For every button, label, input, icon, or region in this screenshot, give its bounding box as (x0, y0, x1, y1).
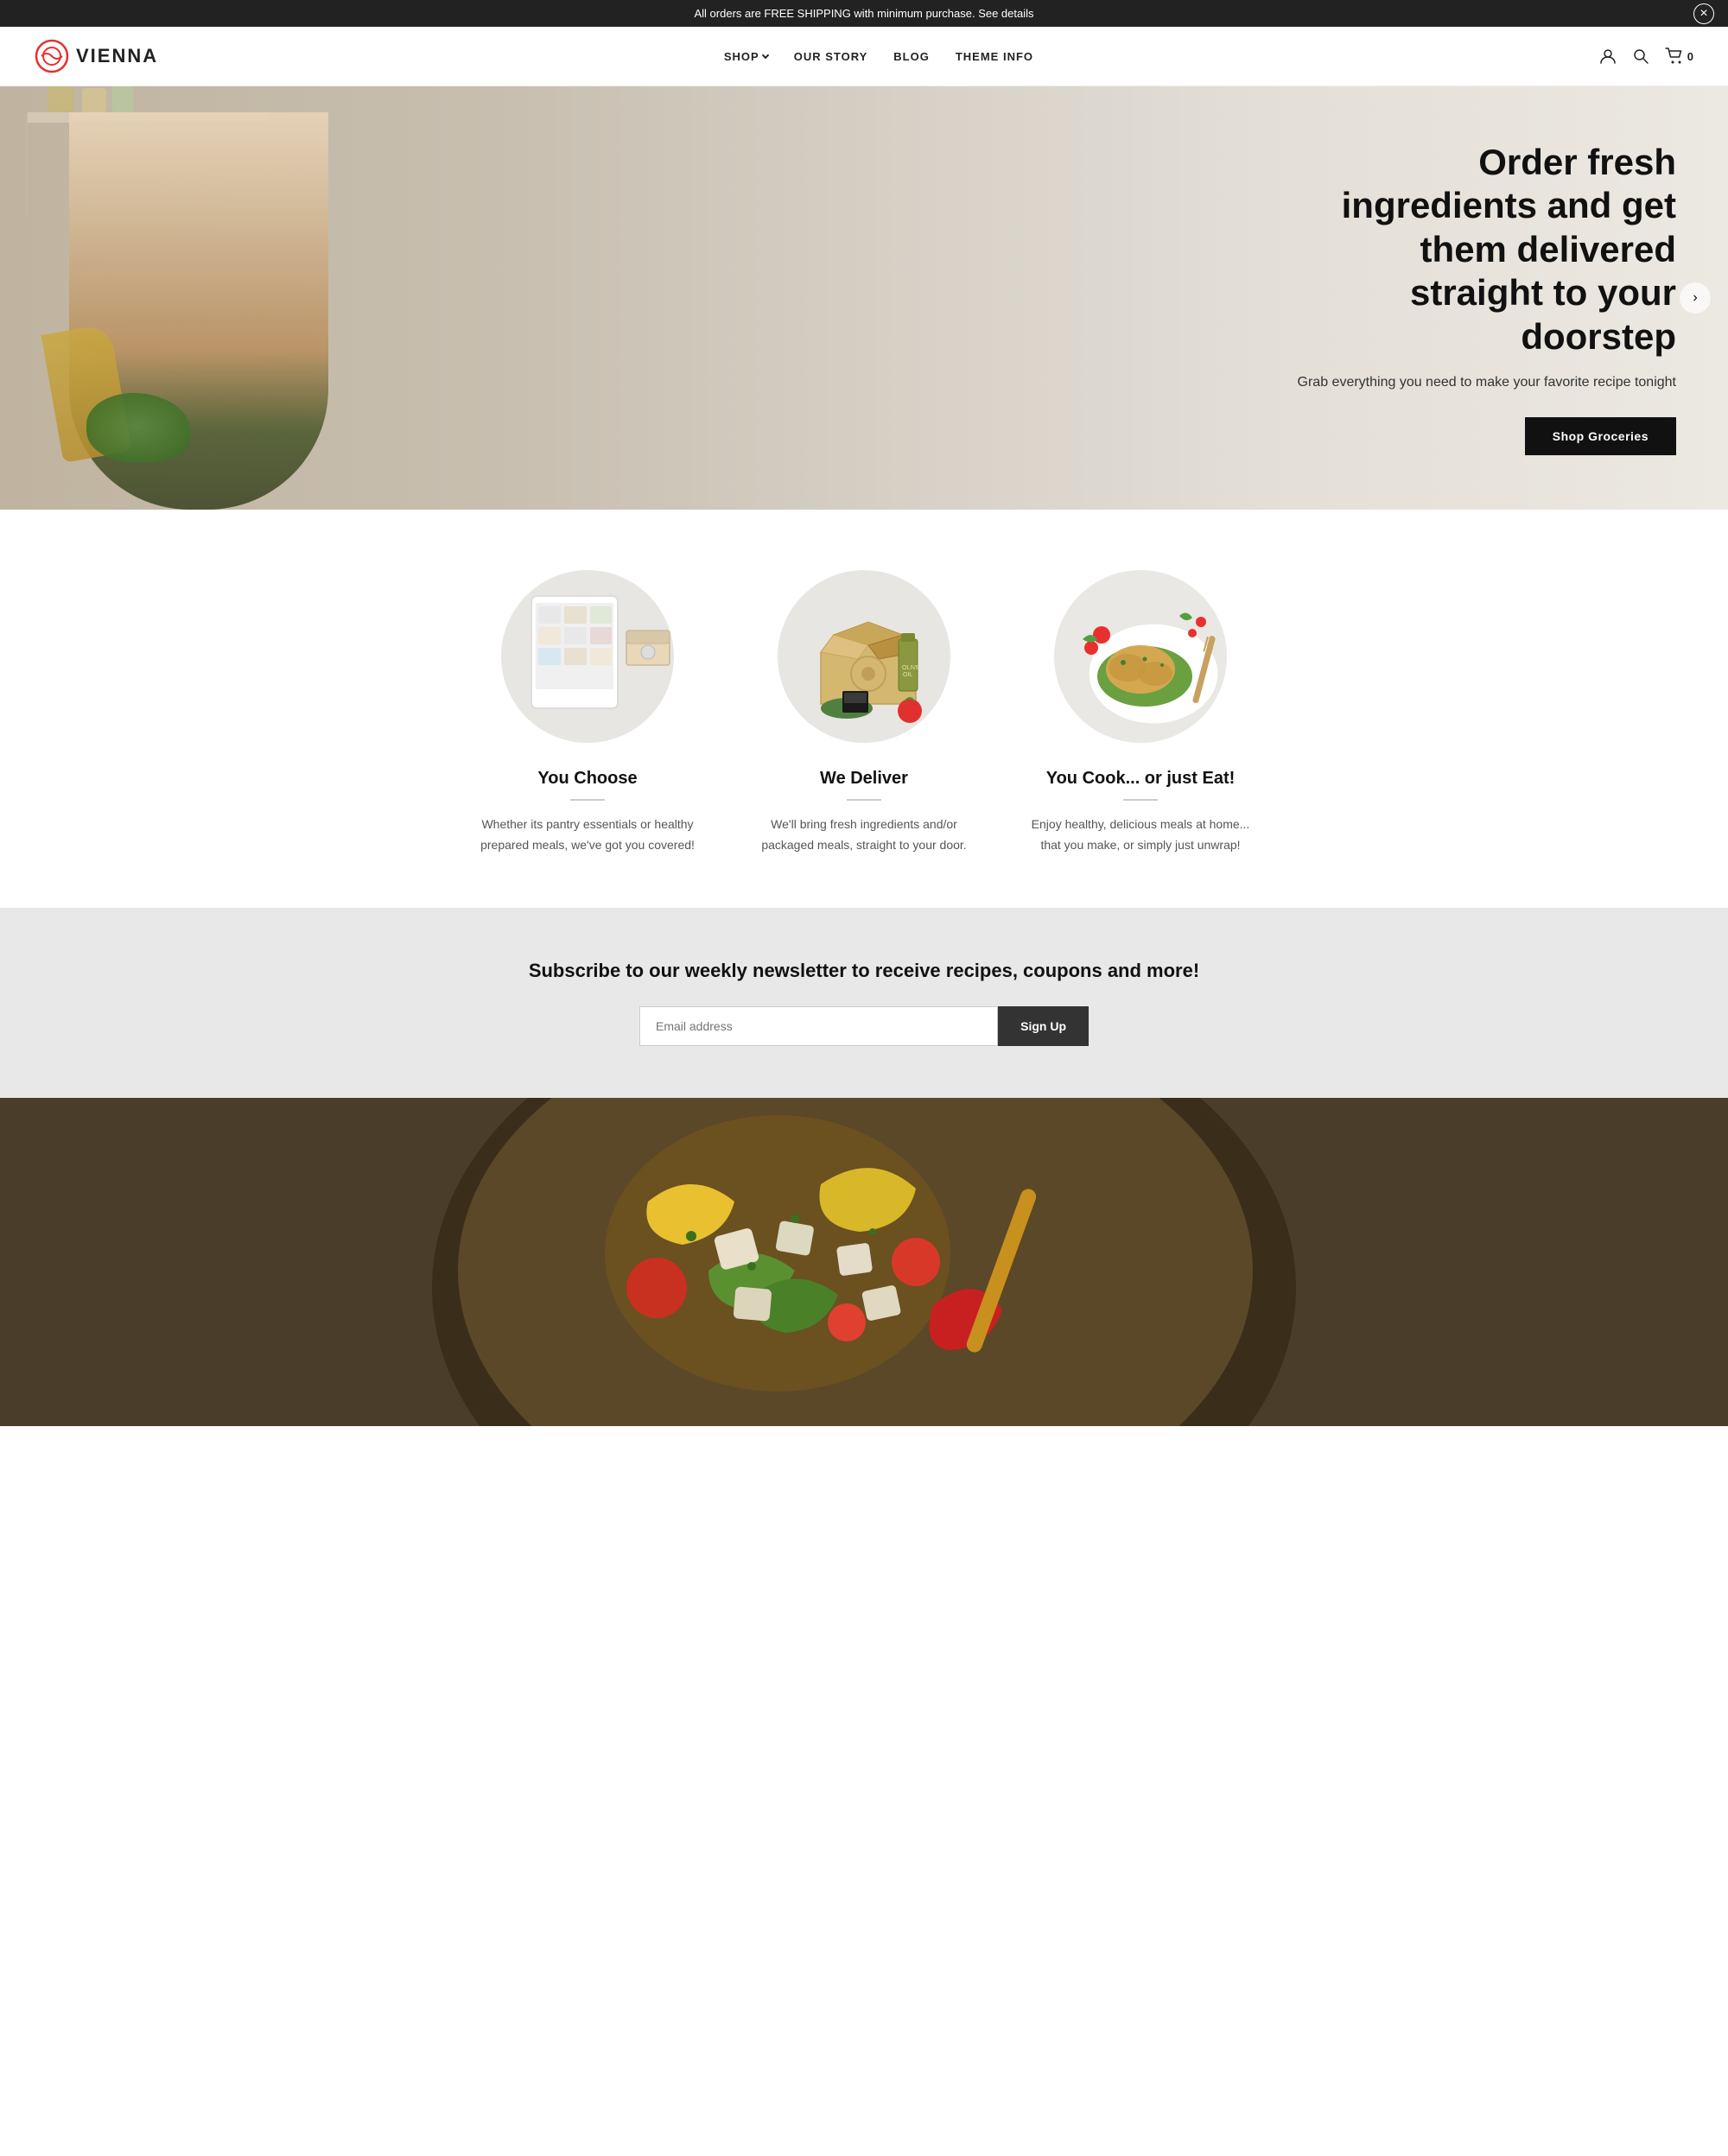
cart-count: 0 (1687, 50, 1693, 63)
announcement-close-button[interactable]: × (1693, 3, 1714, 24)
feature-1-divider (570, 799, 605, 801)
logo-text: VIENNA (76, 45, 158, 67)
newsletter-form: Sign Up (639, 1006, 1089, 1046)
shop-groceries-button[interactable]: Shop Groceries (1525, 417, 1676, 455)
hero-next-arrow[interactable]: › (1680, 282, 1711, 314)
feature-1-image (492, 570, 683, 743)
newsletter-title: Subscribe to our weekly newsletter to re… (35, 960, 1693, 982)
search-button[interactable] (1632, 48, 1649, 65)
hero-content: Order fresh ingredients and get them del… (1279, 141, 1676, 455)
cart-icon (1665, 48, 1684, 65)
logo-link[interactable]: VIENNA (35, 39, 158, 73)
svg-text:OIL: OIL (903, 672, 912, 678)
announcement-bar: All orders are FREE SHIPPING with minimu… (0, 0, 1728, 27)
features-section: You Choose Whether its pantry essentials… (0, 510, 1728, 908)
search-icon (1632, 48, 1649, 65)
account-icon (1599, 48, 1617, 65)
feature-1-title: You Choose (475, 769, 700, 789)
shop-dropdown-icon (761, 52, 768, 59)
nav-shop[interactable]: SHOP (724, 50, 768, 63)
feature-3-desc: Enjoy healthy, delicious meals at home..… (1028, 815, 1253, 856)
hero-title: Order fresh ingredients and get them del… (1279, 141, 1676, 358)
feature-2-desc: We'll bring fresh ingredients and/or pac… (752, 815, 976, 856)
nav-icons: 0 (1599, 48, 1693, 65)
feature-you-choose: You Choose Whether its pantry essentials… (449, 570, 726, 856)
feature-we-deliver: OLIVE OIL We Deliver We'll bring fresh i… (726, 570, 1002, 856)
email-input[interactable] (639, 1006, 998, 1046)
header: VIENNA SHOP OUR STORY BLOG THEME INFO (0, 27, 1728, 86)
hero-section: Order fresh ingredients and get them del… (0, 86, 1728, 510)
feature-1-desc: Whether its pantry essentials or healthy… (475, 815, 700, 856)
account-button[interactable] (1599, 48, 1617, 65)
cart-button[interactable]: 0 (1665, 48, 1693, 65)
nav-blog[interactable]: BLOG (893, 50, 930, 63)
nav-our-story[interactable]: OUR STORY (794, 50, 868, 63)
announcement-text: All orders are FREE SHIPPING with minimu… (694, 7, 1033, 20)
food-pan-illustration (0, 1098, 1728, 1426)
feature-2-title: We Deliver (752, 769, 976, 789)
svg-text:OLIVE: OLIVE (902, 665, 920, 671)
hero-subtitle: Grab everything you need to make your fa… (1279, 372, 1676, 393)
nav-theme-info[interactable]: THEME INFO (956, 50, 1033, 63)
feature-2-icon: OLIVE OIL (782, 583, 955, 734)
feature-1-icon (505, 587, 678, 734)
feature-you-cook: You Cook... or just Eat! Enjoy healthy, … (1002, 570, 1279, 856)
hero-kitchen-area (0, 86, 950, 510)
food-photo-section (0, 1098, 1728, 1426)
newsletter-section: Subscribe to our weekly newsletter to re… (0, 908, 1728, 1098)
main-nav: SHOP OUR STORY BLOG THEME INFO (724, 50, 1033, 63)
feature-3-icon (1058, 583, 1236, 734)
feature-3-image (1045, 570, 1236, 743)
feature-3-title: You Cook... or just Eat! (1028, 769, 1253, 789)
feature-3-divider (1123, 799, 1158, 801)
feature-2-divider (847, 799, 881, 801)
feature-2-image: OLIVE OIL (769, 570, 959, 743)
logo-icon (35, 39, 69, 73)
sign-up-button[interactable]: Sign Up (998, 1006, 1089, 1046)
